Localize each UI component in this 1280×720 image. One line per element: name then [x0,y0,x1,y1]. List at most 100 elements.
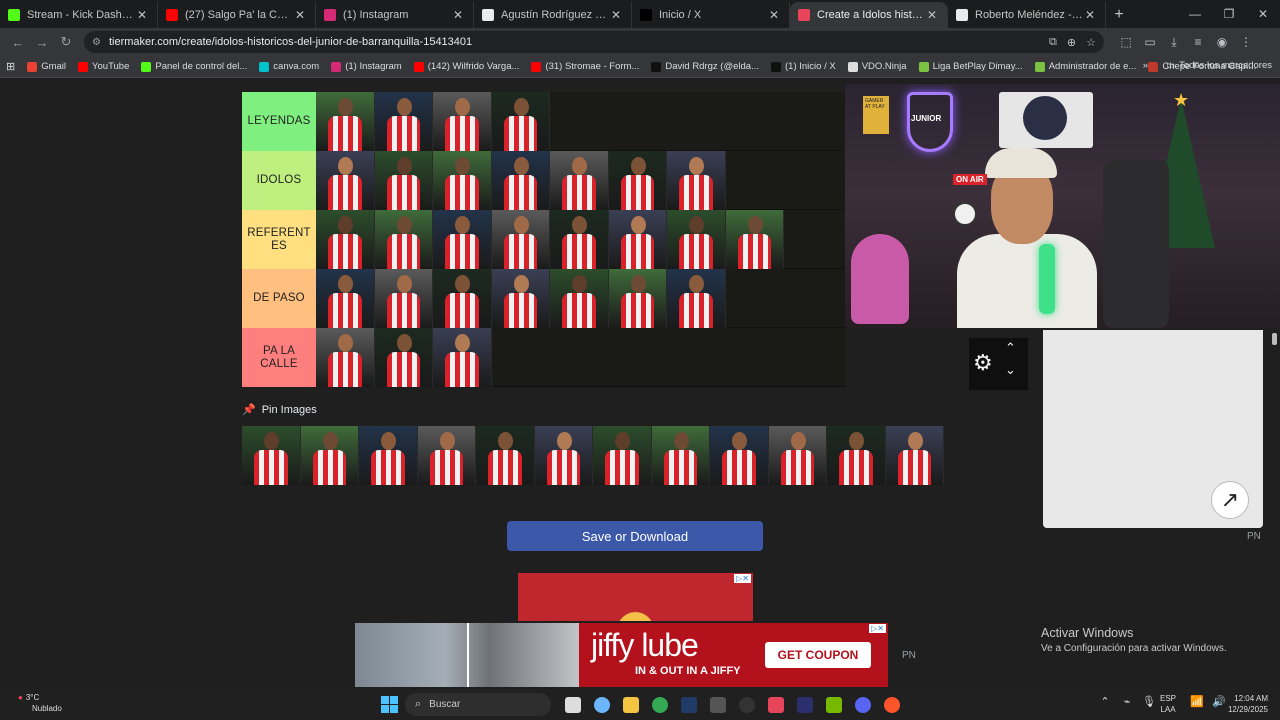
player-image[interactable] [300,426,359,485]
pin-images-toggle[interactable]: 📌 Pin Images [242,403,317,417]
player-image[interactable] [534,426,593,485]
chevron-up-icon[interactable]: ⌃ [1005,340,1016,356]
profile-icon[interactable]: ◉ [1210,35,1234,50]
photoshop-icon[interactable] [674,695,703,715]
player-image[interactable] [710,426,769,485]
obs-icon[interactable] [732,695,761,715]
browser-tab[interactable]: Agustín Rodríguez Rosano - W...✕ [474,2,632,28]
new-tab-button[interactable]: + [1106,2,1132,28]
player-image[interactable] [316,92,375,151]
bookmark-item[interactable]: (1) Instagram [331,61,402,72]
calculator-icon[interactable] [703,695,732,715]
taskbar-search[interactable]: ⌕ Buscar [405,693,551,716]
menu-icon[interactable]: ⋮ [1234,35,1258,50]
tier-label[interactable]: LEYENDAS [242,92,316,151]
address-bar[interactable]: ⚙ tiermaker.com/create/idolos-historicos… [84,31,1104,53]
tiktok-icon[interactable] [761,695,790,715]
player-image[interactable] [433,328,492,387]
player-image[interactable] [491,210,550,269]
reload-icon[interactable]: ↻ [54,34,78,50]
player-image[interactable] [491,92,550,151]
bookmark-item[interactable]: YouTube [78,61,129,72]
browser-tab[interactable]: (1) Instagram ✕ [316,2,474,28]
bookmark-item[interactable]: Gmail [27,61,66,72]
player-image[interactable] [667,210,726,269]
chevron-right-icon[interactable]: » [1143,60,1148,71]
player-image[interactable] [433,151,492,210]
close-tab-icon[interactable]: ✕ [925,8,939,22]
scrollbar[interactable] [1271,331,1278,687]
bookmark-item[interactable]: Liga BetPlay Dimay... [918,61,1023,72]
back-icon[interactable]: ← [6,35,30,50]
close-tab-icon[interactable]: ✕ [767,8,781,22]
mic-icon[interactable]: 🎙 [1138,695,1160,708]
all-bookmarks[interactable]: » ▭ Todos los marcadores [1143,60,1272,71]
language-indicator[interactable]: ESP LAA [1160,693,1176,715]
bookmark-item[interactable]: Administrador de e... [1034,61,1136,72]
copilot-icon[interactable] [587,695,616,715]
browser-tab[interactable]: Create a Idolos historicos del Ju...✕ [790,2,948,28]
player-image[interactable] [433,92,492,151]
bookmark-item[interactable]: VDO.Ninja [847,61,907,72]
weather-widget[interactable]: ● 3°C Nublado [18,692,62,714]
browser-tab[interactable]: Roberto Meléndez - Wikipedia...✕ [948,2,1106,28]
gear-icon[interactable]: ⚙ [973,350,993,376]
bookmark-star-icon[interactable]: ☆ [1086,36,1096,49]
player-image[interactable] [550,210,609,269]
close-window-icon[interactable]: ✕ [1246,0,1280,28]
player-image[interactable] [316,328,375,387]
close-tab-icon[interactable]: ✕ [451,8,465,22]
player-image[interactable] [374,92,433,151]
maximize-icon[interactable]: ❐ [1212,0,1246,28]
browser-tab[interactable]: Stream - Kick Dashboard✕ [0,2,158,28]
player-image[interactable] [550,269,609,328]
player-image[interactable] [725,210,784,269]
player-image[interactable] [374,151,433,210]
forward-icon[interactable]: → [30,35,54,50]
player-image[interactable] [374,328,433,387]
browser-tab[interactable]: Inicio / X ✕ [632,2,790,28]
windows-start-icon[interactable] [381,696,398,713]
close-tab-icon[interactable]: ✕ [135,8,149,22]
bookmark-item[interactable]: (31) Stromae - Form... [531,61,639,72]
player-image[interactable] [827,426,886,485]
player-image[interactable] [608,151,667,210]
wifi-icon[interactable]: 📶 [1186,695,1208,708]
bookmark-item[interactable]: (1) Inicio / X [771,61,836,72]
bookmark-item[interactable]: (142) Wilfrido Varga... [413,61,519,72]
tier-label[interactable]: DE PASO [242,269,316,328]
player-image[interactable] [608,210,667,269]
player-image[interactable] [593,426,652,485]
jiffy-lube-ad[interactable]: jiffy lube IN & OUT IN A JIFFY GET COUPO… [355,623,888,687]
tabsearch-icon[interactable]: ≡ [1186,35,1210,50]
chrome-icon[interactable] [645,695,674,715]
bookmark-item[interactable]: Panel de control del... [141,61,247,72]
player-image[interactable] [359,426,418,485]
network-icon[interactable]: ⌁ [1116,695,1138,708]
minimize-icon[interactable]: — [1178,0,1212,28]
clock[interactable]: 12:04 AM 12/29/2025 [1224,693,1268,715]
player-image[interactable] [374,210,433,269]
chevron-up-icon[interactable]: ⌃ [1094,695,1116,708]
nvidia-icon[interactable] [819,695,848,715]
file-icon[interactable] [558,695,587,715]
chevron-down-icon[interactable]: ⌄ [1005,362,1016,378]
player-image[interactable] [667,269,726,328]
browser-tab[interactable]: (27) Salgo Pa' la Calle - YouTub...✕ [158,2,316,28]
player-image[interactable] [433,210,492,269]
sidepanel-icon[interactable]: ▭ [1138,35,1162,50]
brave-icon[interactable] [877,695,906,715]
tier-label[interactable]: PA LA CALLE [242,328,316,387]
player-image[interactable] [242,426,301,485]
tier-label[interactable]: REFERENT ES [242,210,316,269]
player-image[interactable] [417,426,476,485]
player-image[interactable] [550,151,609,210]
player-image[interactable] [667,151,726,210]
player-image[interactable] [491,151,550,210]
tier-label[interactable]: IDOLOS [242,151,316,210]
player-image[interactable] [476,426,535,485]
apps-icon[interactable]: ⊞ [6,60,15,73]
player-image[interactable] [316,210,375,269]
close-tab-icon[interactable]: ✕ [1083,8,1097,22]
adobe-express-icon[interactable] [790,695,819,715]
